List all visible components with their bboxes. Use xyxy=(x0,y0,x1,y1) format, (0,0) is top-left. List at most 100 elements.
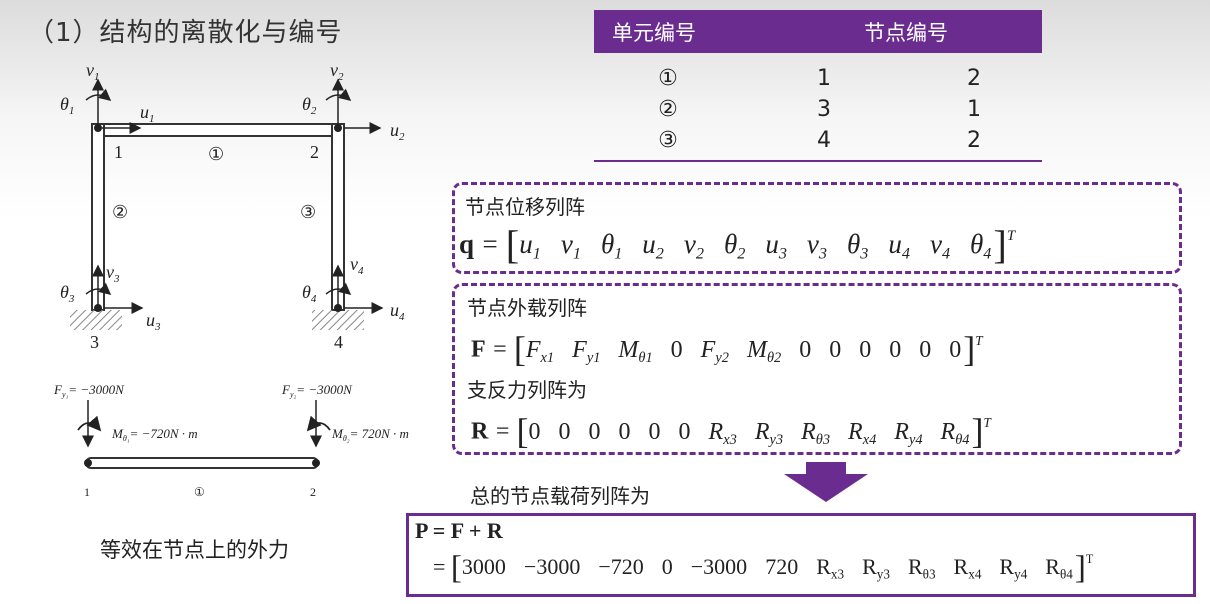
vector-entry: Rx4 xyxy=(848,418,877,448)
q-label: 节点位移列阵 xyxy=(465,195,585,219)
vector-entry: v2 xyxy=(683,229,704,263)
element-node-table: 单元编号 节点编号 ① 1 2 ② 3 1 ③ 4 2 xyxy=(594,10,1042,156)
vector-entry: u4 xyxy=(888,229,910,263)
cell: 1 xyxy=(817,66,831,91)
header-node: 节点编号 xyxy=(864,20,948,45)
cell: 3 xyxy=(817,97,831,122)
f-vector: F = [Fx1 Fy1 Mθ1 0 Fy2 Mθ2 0 0 0 0 0 0]T xyxy=(471,329,983,369)
svg-text:θ2: θ2 xyxy=(302,94,317,117)
beam-node-1: 1 xyxy=(84,485,90,499)
vector-entry: −3000 xyxy=(690,554,748,580)
q-symbol: q xyxy=(459,229,475,260)
vector-entry: Rx4 xyxy=(953,554,982,582)
vector-entry: 0 xyxy=(829,336,842,363)
vector-entry: 0 xyxy=(949,336,962,363)
vector-entry: v1 xyxy=(560,229,581,263)
svg-text:Mθ₁= −720N · m: Mθ₁= −720N · m xyxy=(111,426,198,443)
svg-text:θ1: θ1 xyxy=(60,94,74,117)
load-m1: = −720N · m xyxy=(130,426,198,441)
svg-text:Fy₁= −3000N: Fy₁= −3000N xyxy=(53,382,125,399)
load-fy1: = −3000N xyxy=(68,382,125,397)
element-label-3: ③ xyxy=(300,202,316,222)
svg-text:θ4: θ4 xyxy=(302,282,317,305)
vector-entry: 0 xyxy=(889,336,902,363)
svg-text:u4: u4 xyxy=(390,300,405,323)
frame-diagram: v1 u1 θ1 v2 u2 θ2 v3 u3 θ3 v4 u4 θ4 1 2 … xyxy=(53,60,409,499)
node-label-4: 4 xyxy=(334,332,343,352)
beam-node-2: 2 xyxy=(310,485,316,499)
header-element: 单元编号 xyxy=(612,20,696,45)
table-row: ③ 4 2 xyxy=(594,125,1042,156)
vector-entry: 0 xyxy=(558,418,571,445)
vector-entry: u3 xyxy=(765,229,787,263)
vector-entry: Rx3 xyxy=(816,554,845,582)
vector-entry: Rθ3 xyxy=(801,418,831,448)
svg-text:v1: v1 xyxy=(86,60,100,83)
load-vector-box: 节点外载列阵 F = [Fx1 Fy1 Mθ1 0 Fy2 Mθ2 0 0 0 0 0 0]T 支反力… xyxy=(452,283,1182,455)
q-vector: q = [u1 v1 θ1 u2 v2 θ2 u3 v3 θ3 u4 v4 θ4]T xyxy=(459,222,1016,267)
vector-entry: 0 xyxy=(678,418,691,445)
vector-entry: Rθ4 xyxy=(1045,554,1073,582)
svg-text:Fy₂= −3000N: Fy₂= −3000N xyxy=(281,382,353,399)
slide-title: （1）结构的离散化与编号 xyxy=(28,18,343,48)
vector-entry: 720 xyxy=(765,554,799,580)
vector-entry: 0 xyxy=(799,336,812,363)
svg-text:v4: v4 xyxy=(350,254,364,277)
cell: 4 xyxy=(817,128,831,153)
load-m2: = 720N · m xyxy=(350,426,409,441)
vector-entry: −3000 xyxy=(523,554,581,580)
vector-entry: v4 xyxy=(929,229,951,263)
vector-entry: 0 xyxy=(588,418,601,445)
node-label-3: 3 xyxy=(90,332,99,352)
element-label-2: ② xyxy=(112,202,128,222)
vector-entry: Ry4 xyxy=(999,554,1028,582)
table-row: ② 3 1 xyxy=(594,94,1042,125)
vector-entry: θ4 xyxy=(970,229,992,263)
vector-entry: Mθ1 xyxy=(618,336,653,366)
p-equation: P = F + R xyxy=(415,518,503,543)
vector-entry: v3 xyxy=(806,229,827,263)
caption: 等效在节点上的外力 xyxy=(100,538,289,562)
cell: 1 xyxy=(967,97,981,122)
element-label-1: ① xyxy=(208,144,224,164)
cell: 2 xyxy=(967,128,981,153)
cell: 2 xyxy=(967,66,981,91)
vector-entry: Rθ3 xyxy=(907,554,936,582)
p-vector: = [3000 −3000 −720 0 −3000 720 Rx3 Ry3 Rθ3 Rx4 Ry4… xyxy=(433,550,1094,586)
table-header: 单元编号 节点编号 xyxy=(594,10,1042,53)
vector-entry: 0 xyxy=(528,418,541,445)
vector-entry: Ry3 xyxy=(754,418,784,448)
vector-entry: −720 xyxy=(598,554,644,580)
vector-entry: Ry4 xyxy=(894,418,923,448)
cell: ① xyxy=(658,66,678,91)
total-label: 总的节点载荷列阵为 xyxy=(470,484,650,508)
vector-entry: 0 xyxy=(670,336,683,363)
vector-entry: 3000 xyxy=(461,554,506,580)
table-bottom-rule xyxy=(594,160,1042,162)
cell: ③ xyxy=(658,128,678,153)
vector-entry: u1 xyxy=(519,229,541,263)
vector-entry: Mθ2 xyxy=(746,336,782,366)
f-label: 节点外载列阵 xyxy=(467,296,587,320)
beam-element-label: ① xyxy=(194,485,205,499)
displacement-vector-box: 节点位移列阵 q = [u1 v1 θ1 u2 v2 θ2 u3 v3 θ3 u4 v4 θ4]T xyxy=(452,182,1182,274)
cell: ② xyxy=(658,97,678,122)
total-load-box: P = F + R = [3000 −3000 −720 0 −3000 720 Rx3 Ry… xyxy=(406,513,1196,597)
load-fy2: = −3000N xyxy=(296,382,353,397)
vector-entry: Fy1 xyxy=(572,336,601,366)
f-symbol: F xyxy=(471,336,486,363)
beam-element xyxy=(85,457,319,469)
vector-entry: Ry3 xyxy=(862,554,890,582)
vector-entry: 0 xyxy=(648,418,661,445)
r-symbol: R xyxy=(471,418,489,445)
vector-entry: θ3 xyxy=(847,229,869,263)
r-label: 支反力列阵为 xyxy=(467,378,587,402)
svg-text:u2: u2 xyxy=(390,120,405,143)
table-row: ① 1 2 xyxy=(594,63,1042,94)
vector-entry: Fx1 xyxy=(525,336,555,366)
svg-text:u3: u3 xyxy=(146,310,161,333)
vector-entry: 0 xyxy=(859,336,872,363)
support-hatch-3 xyxy=(70,310,122,330)
svg-text:Mθ₂= 720N · m: Mθ₂= 720N · m xyxy=(331,426,409,443)
vector-entry: 0 xyxy=(919,336,932,363)
